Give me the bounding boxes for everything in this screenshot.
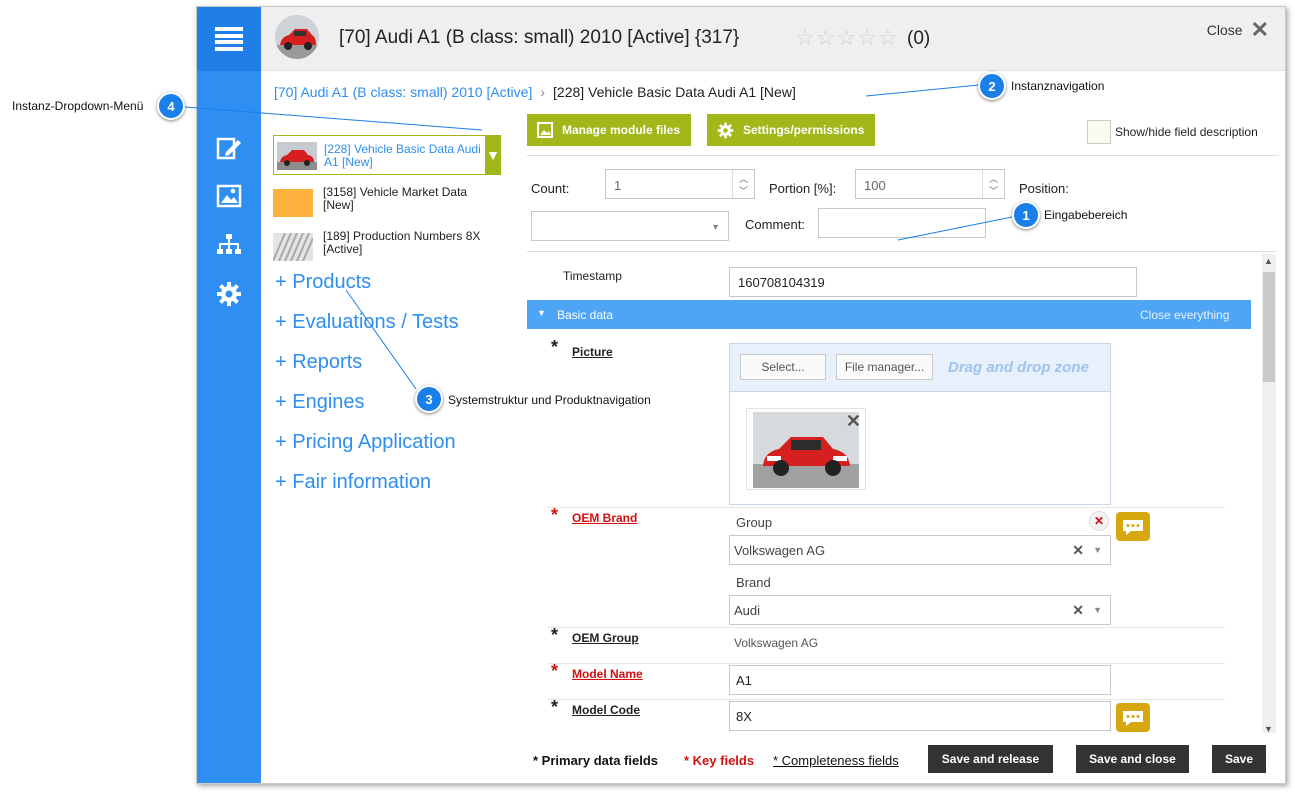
callout-line bbox=[865, 84, 980, 97]
callout-text: Systemstruktur und Produktnavigation bbox=[448, 393, 651, 407]
callout-badge: 3 bbox=[415, 385, 443, 413]
callout-line bbox=[345, 289, 417, 390]
callout-text: Instanznavigation bbox=[1011, 79, 1105, 93]
callout-text: Instanz-Dropdown-Menü bbox=[12, 99, 144, 113]
callout-text: Eingabebereich bbox=[1044, 208, 1128, 222]
callout-line bbox=[897, 216, 1013, 241]
callout-badge: 2 bbox=[978, 72, 1006, 100]
callout-line bbox=[171, 105, 483, 131]
callout-badge: 4 bbox=[157, 92, 185, 120]
callout-badge: 1 bbox=[1012, 201, 1040, 229]
